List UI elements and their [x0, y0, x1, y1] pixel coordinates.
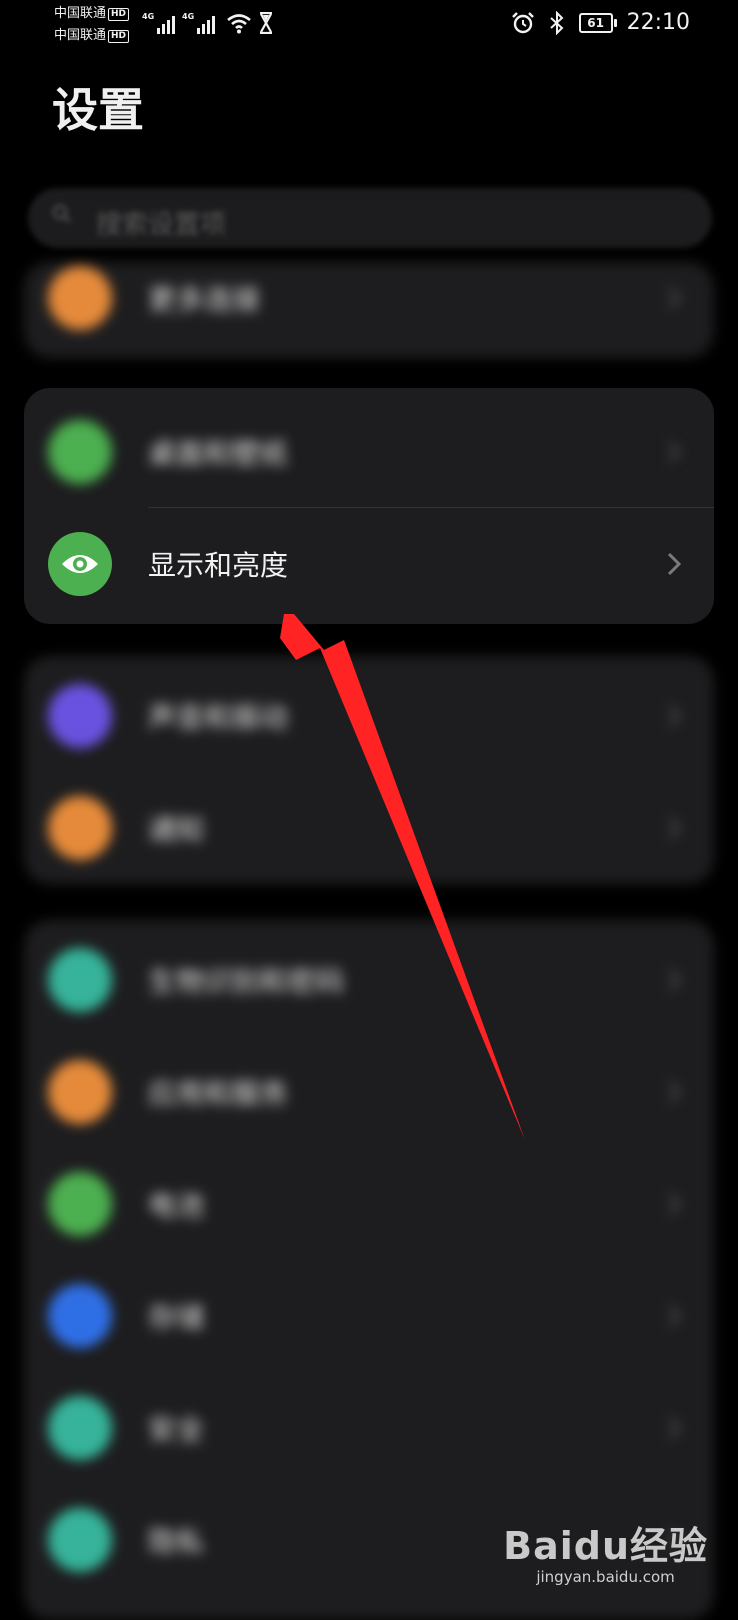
- status-bar: 中国联通 HD 中国联通 HD 4G 4G 61 22:10: [0, 0, 738, 56]
- chevron-right-icon: [667, 440, 682, 464]
- item-label: 通知: [148, 813, 205, 846]
- settings-group-sound-notify: 声音和振动 通知: [24, 656, 714, 884]
- item-label: 桌面和壁纸: [148, 437, 289, 470]
- hourglass-icon: [260, 12, 272, 34]
- signal-icon-1: 4G: [142, 12, 176, 34]
- apps-icon: [48, 1060, 112, 1124]
- item-label: 显示和亮度: [148, 549, 289, 582]
- search-placeholder: 搜索设置项: [96, 210, 227, 240]
- eye-icon: [48, 532, 112, 596]
- baidu-logo: Baidu经验: [503, 1524, 708, 1568]
- privacy-icon: [48, 1508, 112, 1572]
- chevron-right-icon: [667, 1416, 682, 1440]
- alarm-icon: [511, 11, 534, 33]
- carrier-label-1: 中国联通 HD: [54, 6, 130, 21]
- chevron-right-icon: [667, 286, 682, 310]
- wifi-icon: [227, 14, 251, 34]
- watermark: Baidu经验 jingyan.baidu.com: [503, 1515, 708, 1586]
- shield-icon: [48, 1396, 112, 1460]
- chevron-right-icon: [667, 1080, 682, 1104]
- clock: 22:10: [626, 10, 690, 35]
- storage-icon: [48, 1284, 112, 1348]
- chevron-right-icon: [667, 1192, 682, 1216]
- settings-item-security[interactable]: 安全: [24, 1372, 714, 1484]
- settings-item-more-connections[interactable]: 更多连接: [24, 262, 714, 354]
- settings-item-apps-services[interactable]: 应用和服务: [24, 1036, 714, 1148]
- search-bar[interactable]: 搜索设置项: [28, 188, 712, 248]
- item-label: 电池: [148, 1189, 205, 1222]
- search-icon: [52, 204, 71, 223]
- settings-item-battery[interactable]: 电池: [24, 1148, 714, 1260]
- watermark-url: jingyan.baidu.com: [536, 1568, 675, 1586]
- settings-group-display: 桌面和壁纸 显示和亮度: [24, 388, 714, 624]
- link-icon: [48, 266, 112, 330]
- item-label: 声音和振动: [148, 701, 289, 734]
- item-label: 应用和服务: [148, 1077, 289, 1110]
- battery-icon: 61: [578, 12, 617, 33]
- wallpaper-icon: [48, 420, 112, 484]
- signal-icon-2: 4G: [182, 12, 216, 34]
- battery-level: 61: [587, 15, 604, 30]
- settings-item-storage[interactable]: 存储: [24, 1260, 714, 1372]
- carrier-label-2: 中国联通 HD: [54, 28, 130, 43]
- item-label: 隐私: [148, 1525, 205, 1558]
- bell-icon: [48, 796, 112, 860]
- key-icon: [48, 948, 112, 1012]
- battery-setting-icon: [48, 1172, 112, 1236]
- chevron-right-icon: [667, 704, 682, 728]
- chevron-right-icon: [667, 552, 682, 576]
- settings-item-display-brightness[interactable]: 显示和亮度: [24, 508, 714, 620]
- settings-item-notifications[interactable]: 通知: [24, 772, 714, 884]
- chevron-right-icon: [667, 968, 682, 992]
- item-label: 生物识别和密码: [148, 965, 345, 998]
- page-title: 设置: [52, 83, 144, 137]
- item-label: 安全: [148, 1413, 205, 1446]
- chevron-right-icon: [667, 816, 682, 840]
- chevron-right-icon: [667, 1304, 682, 1328]
- settings-group-connections: 更多连接: [24, 262, 714, 358]
- settings-item-home-wallpaper[interactable]: 桌面和壁纸: [24, 396, 714, 508]
- settings-item-sound-vibration[interactable]: 声音和振动: [24, 660, 714, 772]
- bluetooth-icon: [549, 10, 564, 35]
- settings-item-biometrics-password[interactable]: 生物识别和密码: [24, 924, 714, 1036]
- speaker-icon: [48, 684, 112, 748]
- item-label: 更多连接: [148, 283, 261, 316]
- item-label: 存储: [148, 1301, 205, 1334]
